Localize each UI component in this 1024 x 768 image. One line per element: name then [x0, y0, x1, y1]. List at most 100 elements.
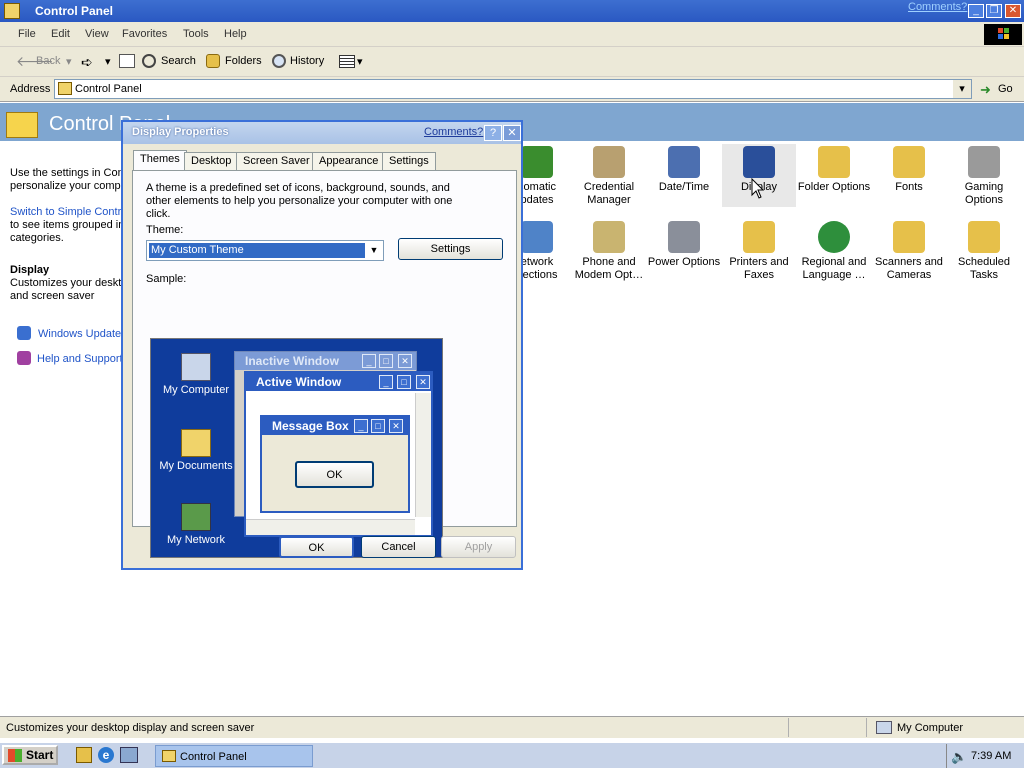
- theme-selected-value: My Custom Theme: [149, 243, 365, 258]
- mouse-cursor-icon: [751, 178, 765, 199]
- show-desktop-icon[interactable]: [76, 747, 92, 763]
- apply-button[interactable]: Apply: [441, 536, 516, 558]
- dialog-comments-link[interactable]: Comments?: [424, 126, 483, 138]
- item-label: Fonts: [895, 181, 923, 193]
- item-label: Gaming: [964, 181, 1004, 193]
- message-box-title: Message Box: [262, 417, 408, 435]
- switch-view-link[interactable]: Switch to Simple Contro: [10, 206, 127, 218]
- tab-desktop[interactable]: Desktop: [184, 152, 239, 170]
- search-button[interactable]: Search: [161, 55, 196, 67]
- sample-icon-label: My Network: [166, 534, 226, 546]
- fonts-item[interactable]: Fonts: [872, 146, 946, 194]
- go-button[interactable]: Go: [998, 83, 1013, 95]
- power-options-item[interactable]: Power Options: [647, 221, 721, 269]
- tab-settings[interactable]: Settings: [382, 152, 436, 170]
- regional-language-item[interactable]: Regional and Language …: [797, 221, 871, 282]
- control-panel-large-icon: [6, 112, 38, 138]
- back-button[interactable]: Back: [36, 55, 60, 67]
- comments-link[interactable]: Comments?: [908, 1, 967, 13]
- tab-themes[interactable]: Themes: [133, 150, 187, 171]
- phone-icon: [593, 221, 625, 253]
- scanners-cameras-item[interactable]: Scanners and Cameras: [872, 221, 946, 282]
- item-label-2: Options: [965, 194, 1003, 206]
- calendar-clock-icon: [668, 146, 700, 178]
- address-value: Control Panel: [75, 83, 142, 95]
- globe-icon: [818, 221, 850, 253]
- window-title-bar[interactable]: Control Panel Comments? _ ❐ ✕: [0, 0, 1024, 22]
- fonts-folder-icon: [893, 146, 925, 178]
- theme-label: Theme:: [146, 224, 184, 236]
- printers-faxes-item[interactable]: Printers and Faxes: [722, 221, 796, 282]
- phone-modem-item[interactable]: Phone and Modem Opt…: [572, 221, 646, 282]
- speaker-icon[interactable]: 🔈: [951, 749, 967, 765]
- forward-dropdown-icon[interactable]: ▾: [105, 55, 111, 68]
- item-label-2: Modem Opt…: [574, 269, 644, 281]
- close-icon: ✕: [416, 375, 430, 389]
- theme-select[interactable]: My Custom Theme ▼: [146, 240, 384, 261]
- minimize-button[interactable]: _: [968, 4, 984, 18]
- status-text: Customizes your desktop display and scre…: [6, 722, 255, 734]
- search-icon: [142, 54, 156, 68]
- gaming-options-item[interactable]: Gaming Options: [947, 146, 1021, 207]
- window-title: Control Panel: [35, 4, 114, 18]
- internet-explorer-icon[interactable]: e: [98, 747, 114, 763]
- theme-settings-button[interactable]: Settings: [398, 238, 503, 260]
- address-field[interactable]: Control Panel ▾: [54, 79, 972, 99]
- menu-edit[interactable]: Edit: [51, 28, 70, 40]
- folders-button[interactable]: Folders: [225, 55, 262, 67]
- scheduled-tasks-item[interactable]: Scheduled Tasks: [947, 221, 1021, 282]
- tab-appearance[interactable]: Appearance: [312, 152, 386, 170]
- menu-tools[interactable]: Tools: [183, 28, 209, 40]
- views-icon[interactable]: [339, 55, 355, 68]
- views-dropdown-icon[interactable]: ▾: [357, 55, 363, 68]
- chevron-down-icon[interactable]: ▼: [366, 242, 382, 259]
- clock: 7:39 AM: [971, 750, 1012, 762]
- item-label: Scanners and: [875, 256, 943, 268]
- dialog-title-bar[interactable]: Display Properties Comments? ? ✕: [123, 122, 521, 144]
- ok-button[interactable]: OK: [279, 536, 354, 558]
- cancel-button[interactable]: Cancel: [361, 536, 436, 558]
- display-monitor-icon: [743, 146, 775, 178]
- taskbar-item-label: Control Panel: [180, 751, 247, 763]
- menu-view[interactable]: View: [85, 28, 109, 40]
- close-button[interactable]: ✕: [1005, 4, 1021, 18]
- network-quicklaunch-icon[interactable]: [120, 747, 138, 763]
- item-label: Power Options: [647, 256, 721, 268]
- start-button[interactable]: Start: [2, 745, 58, 765]
- control-panel-icon: [4, 3, 20, 19]
- display-properties-dialog: Display Properties Comments? ? ✕ Themes …: [121, 120, 523, 570]
- help-support-link[interactable]: Help and Support: [37, 353, 123, 365]
- windows-update-link[interactable]: Windows Update: [38, 328, 121, 340]
- maximize-icon: □: [371, 419, 385, 433]
- up-folder-icon[interactable]: [119, 54, 135, 68]
- menu-file[interactable]: File: [18, 28, 36, 40]
- address-dropdown-icon[interactable]: ▾: [953, 80, 971, 98]
- icon-grid: comatic pdates Credential Manager Date/Tim…: [516, 144, 1024, 286]
- sample-my-network: My Network: [156, 503, 236, 546]
- status-divider: [788, 718, 789, 737]
- item-label: Folder Options: [797, 181, 871, 193]
- themes-tab-panel: A theme is a predefined set of icons, ba…: [132, 170, 517, 558]
- windows-update-icon: [17, 326, 31, 340]
- restore-button[interactable]: ❐: [986, 4, 1002, 18]
- item-label: Phone and: [582, 256, 636, 268]
- menu-favorites[interactable]: Favorites: [122, 28, 167, 40]
- tab-screen-saver[interactable]: Screen Saver: [236, 152, 317, 170]
- switch-text-3: categories.: [10, 232, 64, 244]
- taskbar-item-control-panel[interactable]: Control Panel: [155, 745, 313, 767]
- sample-my-computer: My Computer: [156, 353, 236, 396]
- credential-manager-item[interactable]: Credential Manager: [572, 146, 646, 207]
- dialog-close-button[interactable]: ✕: [503, 125, 521, 141]
- item-label-2: Tasks: [969, 269, 999, 281]
- windows-flag-icon: [8, 749, 22, 762]
- close-icon: ✕: [398, 354, 412, 368]
- folder-options-item[interactable]: Folder Options: [797, 146, 871, 194]
- display-heading: Display: [10, 264, 50, 276]
- date-time-item[interactable]: Date/Time: [647, 146, 721, 194]
- address-bar: Address Control Panel ▾ ➜ Go: [0, 77, 1024, 102]
- forward-arrow-icon[interactable]: ➪: [81, 54, 93, 71]
- menu-help[interactable]: Help: [224, 28, 247, 40]
- history-button[interactable]: History: [290, 55, 324, 67]
- back-dropdown-icon[interactable]: ▾: [66, 55, 72, 68]
- help-button[interactable]: ?: [484, 125, 502, 141]
